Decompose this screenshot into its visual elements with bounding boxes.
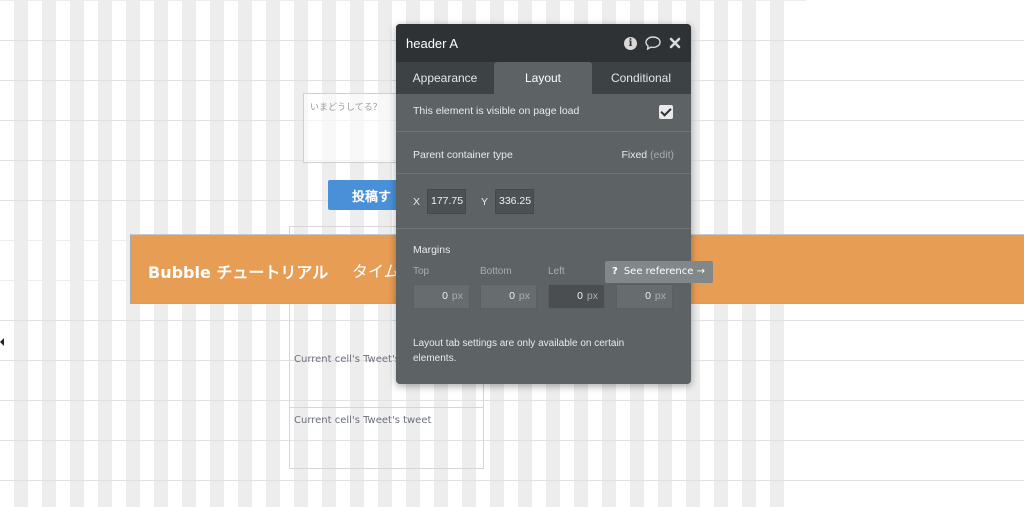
parent-container-value: Fixed (edit) [621, 149, 674, 161]
margin-top-label: Top [413, 266, 430, 277]
close-icon[interactable] [669, 37, 681, 49]
info-icon[interactable]: i [624, 36, 637, 50]
tab-conditional[interactable]: Conditional [592, 62, 690, 94]
grid-row-line [0, 440, 1024, 441]
property-editor-panel: header A i Appearance Layout Conditional… [396, 24, 691, 384]
x-position-input[interactable]: 177.75 [427, 189, 466, 214]
panel-header-icons: i [624, 36, 681, 50]
margin-unit: px [518, 290, 530, 302]
margin-unit: px [654, 290, 666, 302]
grid-column [98, 0, 112, 507]
margin-bottom-value: 0 [509, 290, 515, 302]
panel-header[interactable]: header A i [396, 24, 691, 62]
grid-row-line [0, 400, 1024, 401]
margin-left-value: 0 [577, 290, 583, 302]
cell-divider [289, 407, 484, 408]
post-button[interactable]: 投稿す [328, 180, 400, 210]
y-label: Y [481, 196, 489, 208]
margin-top-value: 0 [442, 290, 448, 302]
panel-tabs: Appearance Layout Conditional [396, 62, 691, 94]
header-link-timeline[interactable]: タイム [352, 258, 400, 282]
cell-tweet-text[interactable]: Current cell's Tweet's tweet [294, 415, 431, 426]
divider [396, 228, 691, 229]
y-position-input[interactable]: 336.25 [495, 189, 534, 214]
see-reference-label: See reference → [623, 266, 705, 277]
parent-container-type: Fixed [621, 149, 648, 161]
margin-unit: px [586, 290, 598, 302]
parent-container-edit-link[interactable]: (edit) [650, 149, 674, 161]
grid-column [42, 0, 56, 507]
margin-right-value: 0 [645, 290, 651, 302]
panel-title: header A [406, 35, 459, 51]
parent-container-label: Parent container type [413, 149, 513, 161]
layout-note: Layout tab settings are only available o… [413, 338, 625, 364]
grid-column [70, 0, 84, 507]
visible-on-load-checkbox[interactable] [659, 105, 673, 119]
help-icon: ? [612, 266, 618, 277]
visible-on-load-row: This element is visible on page load [396, 105, 691, 119]
margin-right-input[interactable]: 0 px [616, 284, 673, 309]
see-reference-button[interactable]: ? See reference → [605, 261, 713, 283]
tweet-input[interactable]: いまどうしてる？ [303, 93, 403, 163]
margin-top-input[interactable]: 0 px [413, 284, 470, 309]
divider [396, 131, 691, 132]
margin-left-label: Left [548, 266, 565, 277]
tab-layout[interactable]: Layout [494, 62, 592, 94]
header-title[interactable]: Bubble チュートリアル [148, 259, 328, 283]
tab-appearance[interactable]: Appearance [396, 62, 494, 94]
margins-label: Margins [413, 244, 451, 256]
canvas-edge-marker [0, 338, 4, 346]
divider [396, 173, 691, 174]
parent-container-row: Parent container type Fixed (edit) [396, 149, 691, 161]
grid-row-line [0, 480, 1024, 481]
cell-tweet-text[interactable]: Current cell's Tweet's t [294, 354, 407, 365]
margin-bottom-label: Bottom [480, 266, 512, 277]
grid-column [14, 0, 28, 507]
margin-left-input[interactable]: 0 px [548, 284, 605, 309]
margin-bottom-input[interactable]: 0 px [480, 284, 537, 309]
margin-unit: px [451, 290, 463, 302]
comment-icon[interactable] [645, 36, 661, 50]
visible-on-load-label: This element is visible on page load [413, 105, 580, 117]
tweet-input-placeholder: いまどうしてる？ [310, 103, 382, 113]
